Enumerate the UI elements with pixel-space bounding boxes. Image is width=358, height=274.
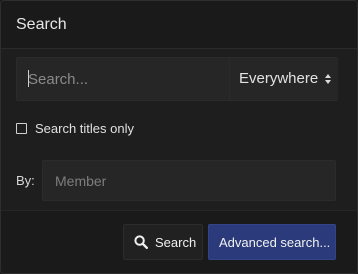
advanced-search-button[interactable]: Advanced search... [208, 224, 336, 260]
search-scope-select[interactable]: Everywhere [229, 58, 338, 100]
search-input[interactable] [17, 58, 227, 100]
advanced-search-button-label: Advanced search... [219, 235, 331, 250]
dialog-title: Search [16, 16, 67, 33]
text-cursor [28, 70, 29, 87]
search-button[interactable]: Search [123, 224, 203, 260]
dialog-header: Search [1, 1, 357, 49]
dialog-footer: Search Advanced search... [1, 210, 357, 273]
search-button-label: Search [155, 235, 197, 250]
search-scope-value: Everywhere [239, 70, 319, 87]
select-arrows-icon [325, 74, 331, 84]
by-label: By: [16, 173, 35, 188]
titles-only-checkbox[interactable] [16, 123, 27, 134]
search-dialog: Search Everywhere Search titles only By:… [0, 0, 358, 274]
search-icon [134, 235, 148, 249]
titles-only-label: Search titles only [35, 121, 134, 136]
search-row: Everywhere [16, 57, 338, 101]
member-input[interactable] [42, 160, 336, 201]
